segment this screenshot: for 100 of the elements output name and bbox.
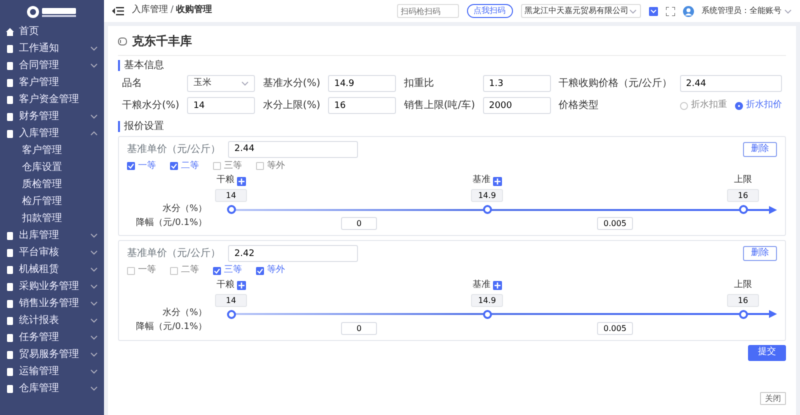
axis-node[interactable] xyxy=(738,310,748,318)
sidebar-subitem[interactable]: 质检管理 xyxy=(0,176,104,193)
axis-node[interactable] xyxy=(482,310,492,318)
sidebar-item[interactable]: 合同管理 xyxy=(0,57,104,74)
breadcrumb-item[interactable]: 入库管理 xyxy=(132,4,168,18)
checkmark-icon xyxy=(214,268,220,274)
value-field[interactable]: 16 xyxy=(727,189,759,202)
sidebar-item[interactable]: 机械租赁 xyxy=(0,261,104,278)
delete-button[interactable]: 删除 xyxy=(743,142,777,156)
sidebar-item[interactable]: 出库管理 xyxy=(0,227,104,244)
grade-checkbox[interactable]: 三等 xyxy=(213,160,242,173)
grade-checkbox[interactable]: 一等 xyxy=(127,264,156,278)
input-field[interactable]: 2.44 xyxy=(228,140,358,158)
close-button[interactable]: 关闭 xyxy=(760,392,786,405)
page-title: 克东千丰库 xyxy=(132,33,192,50)
field-label: 基准单价（元/公斤） xyxy=(127,142,220,156)
input-field[interactable]: 0.005 xyxy=(597,217,633,230)
sidebar-item[interactable]: 首页 xyxy=(0,23,104,40)
sidebar-item[interactable]: 仓库管理 xyxy=(0,380,104,397)
sidebar-item[interactable]: 统计报表 xyxy=(0,312,104,329)
sidebar-item[interactable]: 任务管理 xyxy=(0,329,104,346)
add-button[interactable] xyxy=(492,176,502,186)
input-field[interactable]: 14 xyxy=(187,97,255,114)
sidebar-item[interactable]: 平台审核 xyxy=(0,244,104,261)
radio-option[interactable]: 折水扣重 xyxy=(680,98,727,112)
radio-option[interactable]: 折水扣价 xyxy=(735,98,782,112)
chevron-icon xyxy=(90,334,98,341)
sidebar-subitem[interactable]: 客户管理 xyxy=(0,142,104,159)
field-label: 销售上限(吨/车) xyxy=(404,98,476,113)
checkmark-icon xyxy=(128,163,134,170)
sidebar-subitem[interactable]: 检斤管理 xyxy=(0,193,104,210)
tag-icon xyxy=(118,36,127,46)
grade-checkbox[interactable]: 一等 xyxy=(127,160,156,173)
input-field[interactable]: 2.44 xyxy=(680,75,782,92)
sidebar-item[interactable]: 财务管理 xyxy=(0,108,104,125)
user-menu[interactable]: 系统管理员：全能账号 xyxy=(702,5,792,17)
scan-button[interactable]: 点我扫码 xyxy=(466,4,512,18)
submit-button[interactable]: 提交 xyxy=(748,344,786,360)
value-field[interactable]: 14 xyxy=(215,294,247,306)
avatar-icon[interactable] xyxy=(682,6,694,16)
chevron-icon xyxy=(90,113,98,120)
sidebar-item[interactable]: 客户管理 xyxy=(0,74,104,91)
sidebar-item[interactable]: 采购业务管理 xyxy=(0,278,104,295)
grade-checkbox[interactable]: 等外 xyxy=(256,160,285,173)
node-label: 基准 xyxy=(472,278,490,292)
grade-checkbox[interactable]: 二等 xyxy=(170,160,199,173)
grade-checkbox[interactable]: 等外 xyxy=(256,264,285,278)
sidebar-item[interactable]: 运输管理 xyxy=(0,363,104,380)
add-button[interactable] xyxy=(236,176,246,186)
delete-button[interactable]: 删除 xyxy=(743,246,777,261)
fullscreen-icon[interactable] xyxy=(666,6,674,16)
sidebar-subitem[interactable]: 扣款管理 xyxy=(0,210,104,227)
sidebar-item[interactable]: 工作通知 xyxy=(0,40,104,57)
axis-label: 水分（%） xyxy=(161,307,208,320)
sidebar-item[interactable]: 入库管理 xyxy=(0,125,104,142)
add-button[interactable] xyxy=(236,281,246,290)
company-select[interactable]: 黑龙江中天嘉元贸易有限公司 xyxy=(520,4,640,18)
sidebar-item[interactable]: 销售业务管理 xyxy=(0,295,104,312)
axis-node[interactable] xyxy=(738,205,748,214)
field-label: 基准单价（元/公斤） xyxy=(127,246,220,261)
grade-checkbox[interactable]: 二等 xyxy=(170,264,199,278)
input-field[interactable]: 14.9 xyxy=(328,75,396,92)
document-icon xyxy=(6,44,14,52)
input-field[interactable]: 2000 xyxy=(483,97,551,114)
node-label: 上限 xyxy=(734,278,752,292)
document-icon xyxy=(6,334,14,342)
field-label: 扣重比 xyxy=(404,76,435,91)
value-field[interactable]: 14 xyxy=(215,189,247,202)
axis-node[interactable] xyxy=(226,205,236,214)
input-field[interactable]: 0 xyxy=(341,322,377,334)
document-icon xyxy=(6,384,14,392)
document-icon xyxy=(6,266,14,274)
chevron-icon xyxy=(90,317,98,324)
input-field[interactable]: 0.005 xyxy=(597,322,633,334)
select-field[interactable]: 玉米 xyxy=(187,75,255,92)
field-label: 干粮水分(%) xyxy=(122,98,180,113)
document-icon xyxy=(6,350,14,358)
input-field[interactable]: 2.42 xyxy=(228,245,358,262)
menu-icon[interactable] xyxy=(112,6,124,16)
node-label: 上限 xyxy=(734,174,752,188)
breadcrumb-item: 收购管理 xyxy=(176,4,212,18)
sidebar-subitem[interactable]: 仓库设置 xyxy=(0,159,104,176)
input-field[interactable]: 16 xyxy=(328,97,396,114)
value-field[interactable]: 14.9 xyxy=(471,189,503,202)
grade-checkbox[interactable]: 三等 xyxy=(213,264,242,278)
sidebar-item[interactable]: 贸易服务管理 xyxy=(0,346,104,363)
input-field[interactable]: 1.3 xyxy=(483,75,551,92)
search-field[interactable]: 扫码枪扫码 xyxy=(396,4,458,18)
axis-node[interactable] xyxy=(482,205,492,214)
input-field[interactable]: 0 xyxy=(341,217,377,230)
node-label: 基准 xyxy=(472,174,490,188)
sidebar-item[interactable]: 客户资金管理 xyxy=(0,91,104,108)
document-icon xyxy=(6,248,14,256)
field-label: 品名 xyxy=(122,77,143,91)
value-field[interactable]: 16 xyxy=(727,294,759,306)
home-icon xyxy=(6,28,14,36)
value-field[interactable]: 14.9 xyxy=(471,294,503,306)
add-button[interactable] xyxy=(492,281,502,290)
axis-node[interactable] xyxy=(226,310,236,318)
breadcrumb-separator: / xyxy=(170,4,174,18)
